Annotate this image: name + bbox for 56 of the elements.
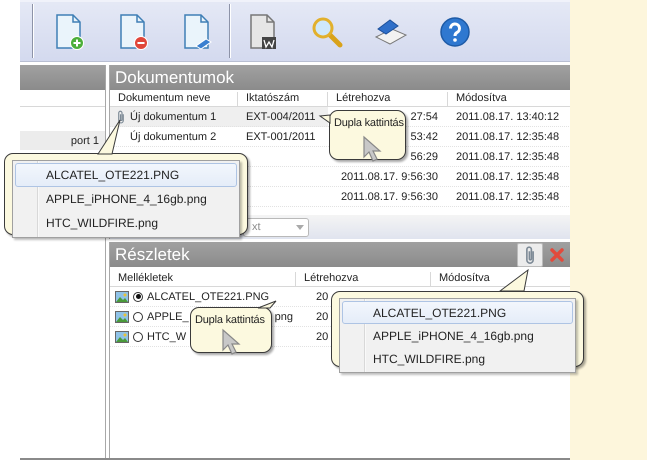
table-cell: 56:29 [410,150,438,162]
paperclip-icon [523,244,537,264]
radio-button[interactable] [133,292,143,302]
word-document-icon [248,12,278,50]
scanner-icon [374,16,408,46]
table-cell: EXT-004/2011 [246,110,316,122]
attachment-name: ALCATEL_OTE221.PNG [147,290,270,302]
table-cell: 20 [316,290,328,302]
table-cell: 53:42 [410,130,438,142]
close-icon [550,248,564,262]
table-cell: 27:54 [410,110,438,122]
table-cell: 2011.08.17. 9:56:30 [340,170,438,182]
panel-title: Részletek [115,244,191,264]
cursor-icon [362,135,382,163]
attachments-button[interactable] [517,242,543,266]
table-cell: 20 [316,330,328,342]
menu-item[interactable]: HTC_WILDFIRE.png [342,347,573,370]
table-cell: 20 [316,310,328,322]
column-header[interactable]: Létrehozva [328,92,448,106]
cursor-icon [221,328,241,356]
table-cell: EXT-001/2011 [246,130,316,142]
attachment-name: png [274,310,293,322]
menu-item[interactable]: ALCATEL_OTE221.PNG [342,301,573,324]
hint-text: Dupla kattintás [195,313,265,327]
caret-icon [296,224,304,230]
image-icon [115,330,129,342]
document-name: Új dokumentum 2 [130,130,216,142]
panel-title: Dokumentumok [115,68,236,88]
menu-item[interactable]: ALCATEL_OTE221.PNG [15,163,237,187]
hint-text: Dupla kattintás [334,116,404,130]
table-cell: 2011.08.17. 13:40:12 [456,110,560,122]
radio-button[interactable] [133,312,143,322]
radio-button[interactable] [133,332,143,342]
table-cell: 2011.08.17. 9:56:30 [340,190,438,202]
column-header[interactable]: Mellékletek [110,272,296,286]
help-icon [439,16,471,48]
column-header[interactable]: Dokumentum neve [110,92,238,106]
document-name: Új dokumentum 1 [130,110,216,122]
attachment-name: HTC_W [147,330,186,342]
table-cell: 2011.08.17. 12:35:48 [456,130,560,142]
table-cell: 2011.08.17. 12:35:48 [456,190,560,202]
table-cell: 2011.08.17. 12:35:48 [456,170,560,182]
list-item[interactable]: port 1 [20,131,105,150]
document-scanner-icon [182,12,212,50]
table-cell: 2011.08.17. 12:35:48 [456,150,560,162]
filter-combo[interactable]: xt [243,218,309,236]
image-icon [115,290,129,302]
attachment-name: APPLE_ [147,310,189,322]
menu-item[interactable]: HTC_WILDFIRE.png [15,211,237,235]
column-header[interactable]: Létrehozva [296,272,431,286]
menu-item[interactable]: APPLE_iPHONE_4_16gb.png [342,324,573,347]
image-icon [115,310,129,322]
document-plus-icon [54,12,84,50]
search-icon [311,16,343,48]
document-minus-icon [118,12,148,50]
column-header[interactable]: Iktatószám [238,92,328,106]
